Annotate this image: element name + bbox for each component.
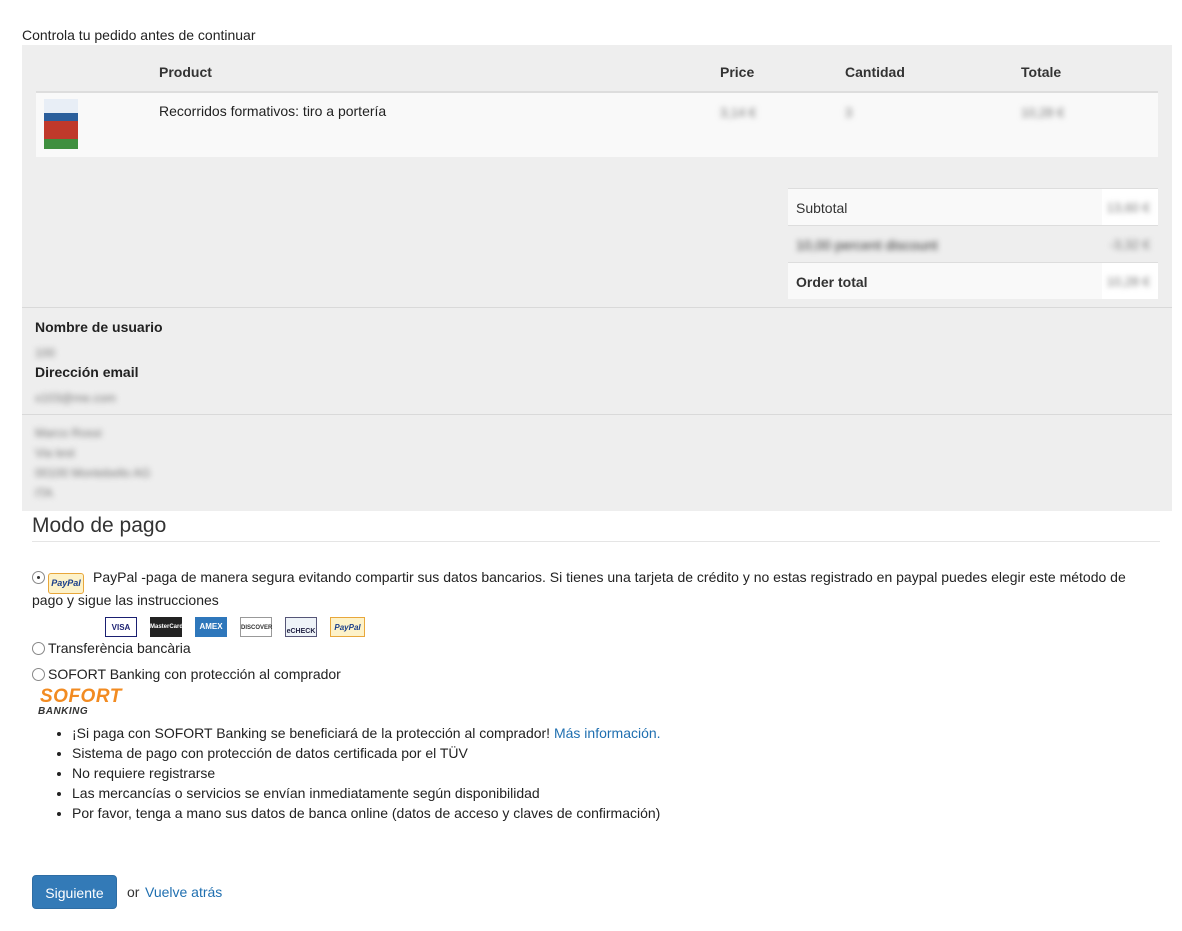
subtotal-value: 13,60 € <box>1106 200 1150 215</box>
mastercard-icon: MasterCard <box>150 617 183 637</box>
subtotal-label: Subtotal <box>796 200 848 216</box>
more-info-link[interactable]: Más información. <box>554 725 661 741</box>
payment-heading-rule <box>32 541 1160 542</box>
product-name[interactable]: Recorridos formativos: tiro a portería <box>159 103 386 119</box>
list-item: ¡Si paga con SOFORT Banking se beneficia… <box>72 723 661 743</box>
sofort-logo-top: SOFORT <box>40 686 122 707</box>
echeck-icon: eCHECK <box>285 617 317 637</box>
cart-table-header: Product Price Cantidad Totale <box>36 45 1158 93</box>
bank-transfer-label[interactable]: Transferència bancària <box>48 640 191 656</box>
section-divider <box>22 414 1172 415</box>
review-intro: Controla tu pedido antes de continuar <box>22 27 256 43</box>
list-item: Las mercancías o servicios se envían inm… <box>72 783 661 803</box>
or-text: or <box>127 884 140 900</box>
discount-value: -3,32 € <box>1109 237 1150 252</box>
product-total: 10,28 € <box>1021 105 1065 120</box>
sofort-label[interactable]: SOFORT Banking con protección al comprad… <box>48 666 341 682</box>
shipping-address: Marco Rossi Via test 00100 Montebello AG… <box>35 423 207 503</box>
sofort-benefits-list: ¡Si paga con SOFORT Banking se beneficia… <box>55 723 661 823</box>
username-value: 100 <box>35 346 56 360</box>
sofort-logo-bottom: BANKING <box>38 706 89 717</box>
order-total-row: Order total 10,28 € <box>788 262 1158 299</box>
product-price: 3,14 € <box>720 105 757 120</box>
amex-card-icon: AMEX <box>195 617 227 637</box>
visa-card-icon: VISA <box>105 617 137 637</box>
cart-row: Recorridos formativos: tiro a portería 3… <box>36 93 1158 157</box>
list-item: No requiere registrarse <box>72 763 661 783</box>
sofort-logo-icon: SOFORT BANKING <box>38 686 128 720</box>
paypal-card-icon: PayPal <box>330 617 365 637</box>
order-summary-panel: Product Price Cantidad Totale Recorridos… <box>22 45 1172 511</box>
section-divider <box>22 307 1172 308</box>
sofort-radio[interactable] <box>32 668 45 681</box>
order-total-label: Order total <box>796 274 868 290</box>
order-total-value: 10,28 € <box>1106 274 1150 289</box>
product-quantity: 3 <box>845 105 853 120</box>
address-line: ITA <box>35 486 53 500</box>
email-value: x103@me.com <box>35 391 116 405</box>
subtotal-row: Subtotal 13,60 € <box>788 188 1158 225</box>
username-label: Nombre de usuario <box>35 319 163 335</box>
list-item: Por favor, tenga a mano sus datos de ban… <box>72 803 661 823</box>
header-total: Totale <box>1021 64 1062 80</box>
back-link[interactable]: Vuelve atrás <box>145 884 222 900</box>
email-label: Dirección email <box>35 364 139 380</box>
product-thumbnail[interactable] <box>44 99 78 149</box>
order-totals: Subtotal 13,60 € 10,00 percent discount … <box>788 188 1158 299</box>
header-price: Price <box>720 64 755 80</box>
payment-heading: Modo de pago <box>32 514 167 537</box>
discover-card-icon: DISCOVER <box>240 617 272 637</box>
discount-row: 10,00 percent discount -3,32 € <box>788 225 1158 262</box>
bank-transfer-radio[interactable] <box>32 642 45 655</box>
address-line: Marco Rossi <box>35 426 102 440</box>
next-button[interactable]: Siguiente <box>32 875 117 909</box>
header-product: Product <box>159 64 212 80</box>
header-quantity: Cantidad <box>845 64 905 80</box>
list-item: Sistema de pago con protección de datos … <box>72 743 661 763</box>
paypal-description[interactable]: PayPal -paga de manera segura evitando c… <box>32 566 1152 612</box>
sofort-benefit-text: ¡Si paga con SOFORT Banking se beneficia… <box>72 725 551 741</box>
address-line: Via test <box>35 446 75 460</box>
discount-label: 10,00 percent discount <box>796 237 938 253</box>
address-line: 00100 Montebello AG <box>35 466 151 480</box>
